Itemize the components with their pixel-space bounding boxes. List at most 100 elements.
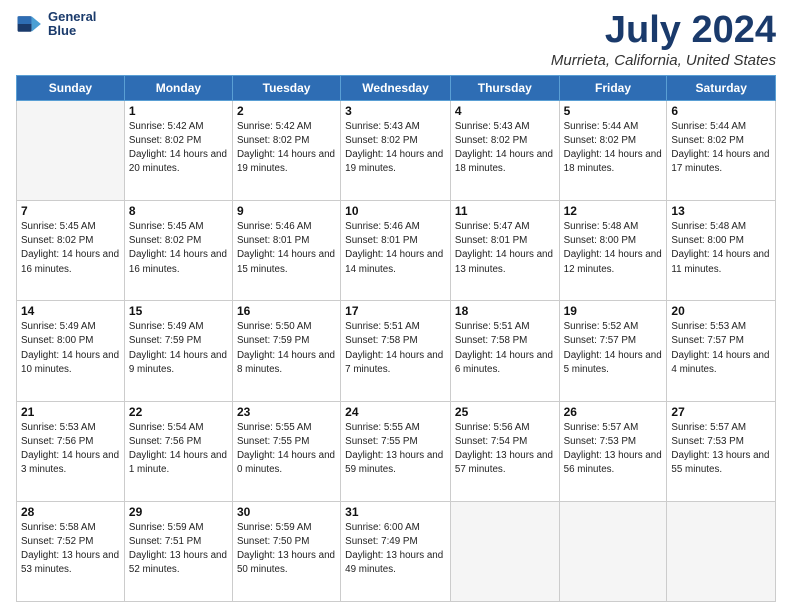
calendar-cell: 5 Sunrise: 5:44 AM Sunset: 8:02 PM Daylig… (559, 100, 667, 200)
calendar-cell: 26Sunrise: 5:57 AM Sunset: 7:53 PM Dayli… (559, 401, 667, 501)
cell-day-info: Sunrise: 6:00 AM Sunset: 7:49 PM Dayligh… (345, 521, 446, 578)
calendar-week-row: 14Sunrise: 5:49 AM Sunset: 8:00 PM Dayli… (17, 301, 776, 401)
calendar-cell: 13Sunrise: 5:48 AM Sunset: 8:00 PM Dayli… (667, 201, 776, 301)
cell-day-number: 20 (671, 304, 771, 318)
subtitle: Murrieta, California, United States (551, 52, 776, 69)
cell-day-number: 13 (671, 204, 771, 218)
logo-line1: General (48, 10, 96, 24)
cell-day-info: Sunrise: 5:45 AM Sunset: 8:02 PM Dayligh… (129, 220, 228, 277)
cell-day-number: 28 (21, 505, 120, 519)
logo-line2: Blue (48, 24, 96, 38)
cell-day-number: 11 (455, 204, 555, 218)
calendar-cell (450, 501, 559, 601)
cell-day-number: 5 (564, 104, 663, 118)
cell-day-info: Sunrise: 5:54 AM Sunset: 7:56 PM Dayligh… (129, 421, 228, 478)
cell-day-info: Sunrise: 5:44 AM Sunset: 8:02 PM Dayligh… (671, 120, 771, 177)
cell-day-number: 27 (671, 405, 771, 419)
cell-day-number: 9 (237, 204, 336, 218)
cell-day-info: Sunrise: 5:44 AM Sunset: 8:02 PM Dayligh… (564, 120, 663, 177)
cell-day-info: Sunrise: 5:57 AM Sunset: 7:53 PM Dayligh… (671, 421, 771, 478)
title-block: July 2024 Murrieta, California, United S… (551, 10, 776, 69)
calendar-cell: 29Sunrise: 5:59 AM Sunset: 7:51 PM Dayli… (124, 501, 232, 601)
calendar-week-row: 7 Sunrise: 5:45 AM Sunset: 8:02 PM Daylig… (17, 201, 776, 301)
calendar-cell: 6Sunrise: 5:44 AM Sunset: 8:02 PM Daylig… (667, 100, 776, 200)
logo: General Blue (16, 10, 96, 39)
cell-day-number: 7 (21, 204, 120, 218)
calendar-cell: 9 Sunrise: 5:46 AM Sunset: 8:01 PM Daylig… (232, 201, 340, 301)
calendar-week-row: 28 Sunrise: 5:58 AM Sunset: 7:52 PM Dayli… (17, 501, 776, 601)
header-day: Saturday (667, 75, 776, 100)
calendar-cell: 2 Sunrise: 5:42 AM Sunset: 8:02 PM Daylig… (232, 100, 340, 200)
cell-day-number: 8 (129, 204, 228, 218)
calendar-cell: 17 Sunrise: 5:51 AM Sunset: 7:58 PM Dayli… (341, 301, 451, 401)
cell-day-number: 15 (129, 304, 228, 318)
calendar-cell: 20 Sunrise: 5:53 AM Sunset: 7:57 PM Dayli… (667, 301, 776, 401)
calendar-cell: 7 Sunrise: 5:45 AM Sunset: 8:02 PM Daylig… (17, 201, 125, 301)
cell-day-number: 25 (455, 405, 555, 419)
cell-day-info: Sunrise: 5:55 AM Sunset: 7:55 PM Dayligh… (345, 421, 446, 478)
cell-day-number: 3 (345, 104, 446, 118)
calendar-cell: 15Sunrise: 5:49 AM Sunset: 7:59 PM Dayli… (124, 301, 232, 401)
cell-day-info: Sunrise: 5:56 AM Sunset: 7:54 PM Dayligh… (455, 421, 555, 478)
cell-day-number: 14 (21, 304, 120, 318)
cell-day-info: Sunrise: 5:47 AM Sunset: 8:01 PM Dayligh… (455, 220, 555, 277)
cell-day-info: Sunrise: 5:55 AM Sunset: 7:55 PM Dayligh… (237, 421, 336, 478)
cell-day-info: Sunrise: 5:46 AM Sunset: 8:01 PM Dayligh… (345, 220, 446, 277)
calendar-cell: 8 Sunrise: 5:45 AM Sunset: 8:02 PM Daylig… (124, 201, 232, 301)
cell-day-number: 18 (455, 304, 555, 318)
calendar-cell: 24 Sunrise: 5:55 AM Sunset: 7:55 PM Dayli… (341, 401, 451, 501)
calendar-week-row: 21 Sunrise: 5:53 AM Sunset: 7:56 PM Dayli… (17, 401, 776, 501)
calendar-cell: 21 Sunrise: 5:53 AM Sunset: 7:56 PM Dayli… (17, 401, 125, 501)
calendar-cell (17, 100, 125, 200)
cell-day-number: 19 (564, 304, 663, 318)
cell-day-number: 17 (345, 304, 446, 318)
header-day: Tuesday (232, 75, 340, 100)
cell-day-number: 23 (237, 405, 336, 419)
cell-day-number: 30 (237, 505, 336, 519)
cell-day-info: Sunrise: 5:58 AM Sunset: 7:52 PM Dayligh… (21, 521, 120, 578)
header-day: Wednesday (341, 75, 451, 100)
cell-day-info: Sunrise: 5:51 AM Sunset: 7:58 PM Dayligh… (455, 320, 555, 377)
cell-day-info: Sunrise: 5:52 AM Sunset: 7:57 PM Dayligh… (564, 320, 663, 377)
calendar-header: SundayMondayTuesdayWednesdayThursdayFrid… (17, 75, 776, 100)
cell-day-info: Sunrise: 5:53 AM Sunset: 7:56 PM Dayligh… (21, 421, 120, 478)
cell-day-number: 4 (455, 104, 555, 118)
cell-day-info: Sunrise: 5:42 AM Sunset: 8:02 PM Dayligh… (237, 120, 336, 177)
main-title: July 2024 (551, 10, 776, 52)
cell-day-number: 16 (237, 304, 336, 318)
cell-day-number: 10 (345, 204, 446, 218)
cell-day-number: 21 (21, 405, 120, 419)
cell-day-number: 1 (129, 104, 228, 118)
cell-day-info: Sunrise: 5:59 AM Sunset: 7:50 PM Dayligh… (237, 521, 336, 578)
cell-day-info: Sunrise: 5:51 AM Sunset: 7:58 PM Dayligh… (345, 320, 446, 377)
calendar-week-row: 1 Sunrise: 5:42 AM Sunset: 8:02 PM Daylig… (17, 100, 776, 200)
calendar-cell: 10 Sunrise: 5:46 AM Sunset: 8:01 PM Dayli… (341, 201, 451, 301)
cell-day-number: 2 (237, 104, 336, 118)
cell-day-info: Sunrise: 5:53 AM Sunset: 7:57 PM Dayligh… (671, 320, 771, 377)
calendar-header-row: SundayMondayTuesdayWednesdayThursdayFrid… (17, 75, 776, 100)
header-day: Sunday (17, 75, 125, 100)
header-day: Thursday (450, 75, 559, 100)
page-header: General Blue July 2024 Murrieta, Califor… (16, 10, 776, 69)
cell-day-info: Sunrise: 5:59 AM Sunset: 7:51 PM Dayligh… (129, 521, 228, 578)
calendar-cell: 4Sunrise: 5:43 AM Sunset: 8:02 PM Daylig… (450, 100, 559, 200)
cell-day-info: Sunrise: 5:48 AM Sunset: 8:00 PM Dayligh… (564, 220, 663, 277)
calendar-cell: 27 Sunrise: 5:57 AM Sunset: 7:53 PM Dayli… (667, 401, 776, 501)
logo-icon (16, 10, 44, 38)
cell-day-info: Sunrise: 5:45 AM Sunset: 8:02 PM Dayligh… (21, 220, 120, 277)
cell-day-number: 26 (564, 405, 663, 419)
calendar-cell: 25 Sunrise: 5:56 AM Sunset: 7:54 PM Dayli… (450, 401, 559, 501)
header-day: Monday (124, 75, 232, 100)
calendar-cell: 19 Sunrise: 5:52 AM Sunset: 7:57 PM Dayli… (559, 301, 667, 401)
calendar-cell: 12 Sunrise: 5:48 AM Sunset: 8:00 PM Dayli… (559, 201, 667, 301)
cell-day-info: Sunrise: 5:42 AM Sunset: 8:02 PM Dayligh… (129, 120, 228, 177)
cell-day-number: 24 (345, 405, 446, 419)
cell-day-number: 31 (345, 505, 446, 519)
cell-day-number: 12 (564, 204, 663, 218)
cell-day-info: Sunrise: 5:43 AM Sunset: 8:02 PM Dayligh… (345, 120, 446, 177)
cell-day-info: Sunrise: 5:50 AM Sunset: 7:59 PM Dayligh… (237, 320, 336, 377)
header-day: Friday (559, 75, 667, 100)
calendar-cell: 3 Sunrise: 5:43 AM Sunset: 8:02 PM Daylig… (341, 100, 451, 200)
cell-day-info: Sunrise: 5:46 AM Sunset: 8:01 PM Dayligh… (237, 220, 336, 277)
calendar-cell: 11 Sunrise: 5:47 AM Sunset: 8:01 PM Dayli… (450, 201, 559, 301)
